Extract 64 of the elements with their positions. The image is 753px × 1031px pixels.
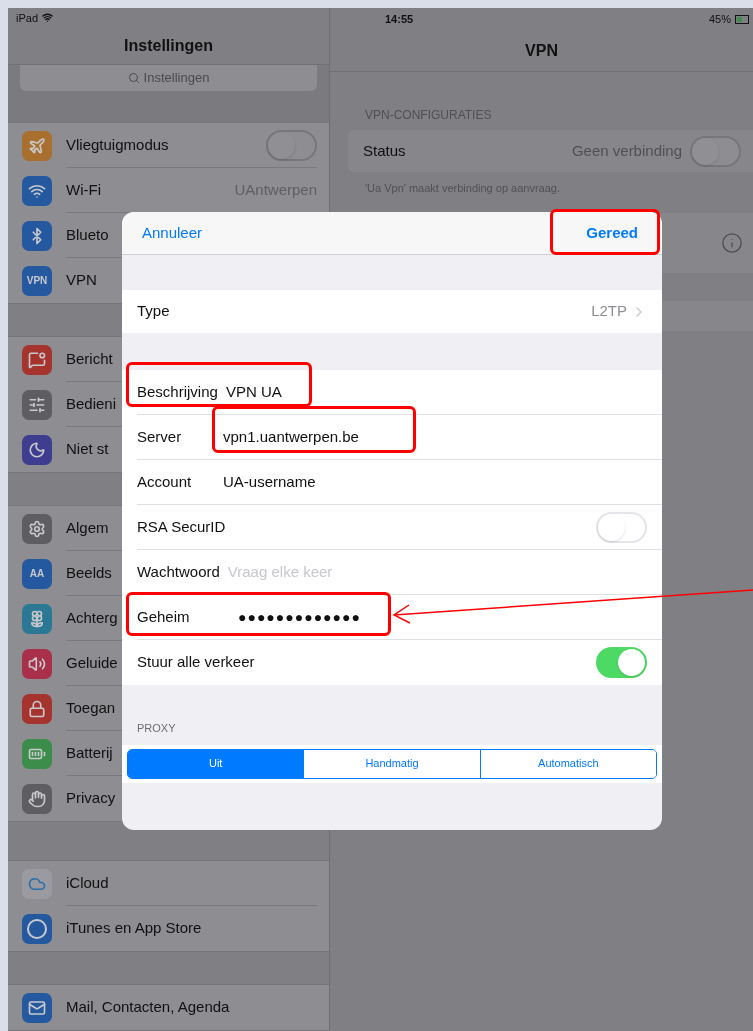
notification-icon [22, 344, 52, 375]
secret-field[interactable]: ●●●●●●●●●●●●● [238, 606, 361, 628]
input-field[interactable]: UA-username [223, 470, 316, 494]
battery-icon [735, 14, 749, 24]
input-field[interactable]: vpn1.uantwerpen.be [223, 425, 359, 449]
moon-icon [22, 434, 52, 465]
sidebar-title: Instellingen [124, 35, 213, 56]
bluetooth-icon [22, 220, 52, 251]
segment-tab[interactable]: Automatisch [479, 749, 656, 778]
info-icon[interactable] [721, 231, 743, 254]
airplane-icon [22, 130, 52, 161]
sidebar-item[interactable]: Batterij [66, 741, 113, 765]
search-icon [127, 72, 140, 85]
segment-tab[interactable]: Uit [128, 749, 304, 778]
row-value: L2TP [591, 301, 627, 322]
sidebar-item[interactable]: Beelds [66, 561, 112, 585]
sidebar-item[interactable]: Blueto [66, 223, 109, 247]
sidebar-item[interactable]: VPN [66, 269, 97, 292]
flower-icon [22, 603, 52, 634]
vpn-icon: VPN [22, 265, 52, 296]
page-title: VPN [525, 40, 558, 61]
status-label: Status [363, 140, 407, 161]
sidebar-item[interactable]: Achterg [66, 606, 118, 630]
done-button[interactable]: Gereed [586, 221, 638, 245]
hand-icon [22, 783, 52, 814]
speaker-icon [22, 648, 52, 679]
sidebar-item[interactable]: iTunes en App Store [66, 917, 202, 940]
field-label: Server [137, 426, 183, 447]
cloud-icon [22, 868, 52, 899]
sidebar-item[interactable]: Wi-Fi [66, 178, 101, 202]
battery-icon [22, 738, 52, 769]
sidebar-item[interactable]: Algem [66, 516, 109, 540]
clock: 14:55 [385, 11, 414, 27]
sidebar-item[interactable]: Niet st [66, 438, 109, 461]
field-label: Beschrijving [137, 381, 218, 402]
sidebar-item[interactable]: Toegan [66, 696, 116, 720]
sidebar-item[interactable]: Vliegtuigmodus [66, 133, 169, 157]
row-label: Type [137, 301, 171, 322]
sidebar-item[interactable]: Geluide [66, 651, 118, 675]
wifi-icon [22, 175, 52, 206]
toggle-switch[interactable] [690, 135, 741, 167]
lock-icon [22, 693, 52, 724]
field-label: Stuur alle verkeer [137, 652, 256, 673]
type-row[interactable]: Type L2TP [122, 290, 662, 333]
device-name: iPad [16, 10, 39, 26]
sliders-icon [22, 389, 52, 420]
display-icon: AA [22, 558, 52, 589]
sidebar-item[interactable]: Bedieni [66, 392, 117, 416]
field-label: Geheim [137, 606, 191, 627]
wifi-icon [42, 12, 54, 24]
sidebar-item[interactable]: iCloud [66, 871, 109, 895]
field-label: Account [137, 471, 193, 492]
sidebar-item[interactable]: Privacy [66, 787, 116, 810]
field-label: Wachtwoord [137, 561, 220, 582]
sidebar-item[interactable]: Bericht [66, 347, 113, 371]
settings-icon [22, 513, 52, 544]
field-label: RSA SecurID [137, 516, 227, 537]
section-header: PROXY [137, 722, 176, 734]
battery-level: 45% [708, 11, 731, 27]
cancel-button[interactable]: Annuleer [142, 221, 203, 245]
envelope-icon [22, 992, 52, 1023]
input-field[interactable]: VPN UA [225, 380, 282, 404]
toggle-switch[interactable] [266, 129, 317, 161]
toggle-switch[interactable] [596, 647, 647, 678]
